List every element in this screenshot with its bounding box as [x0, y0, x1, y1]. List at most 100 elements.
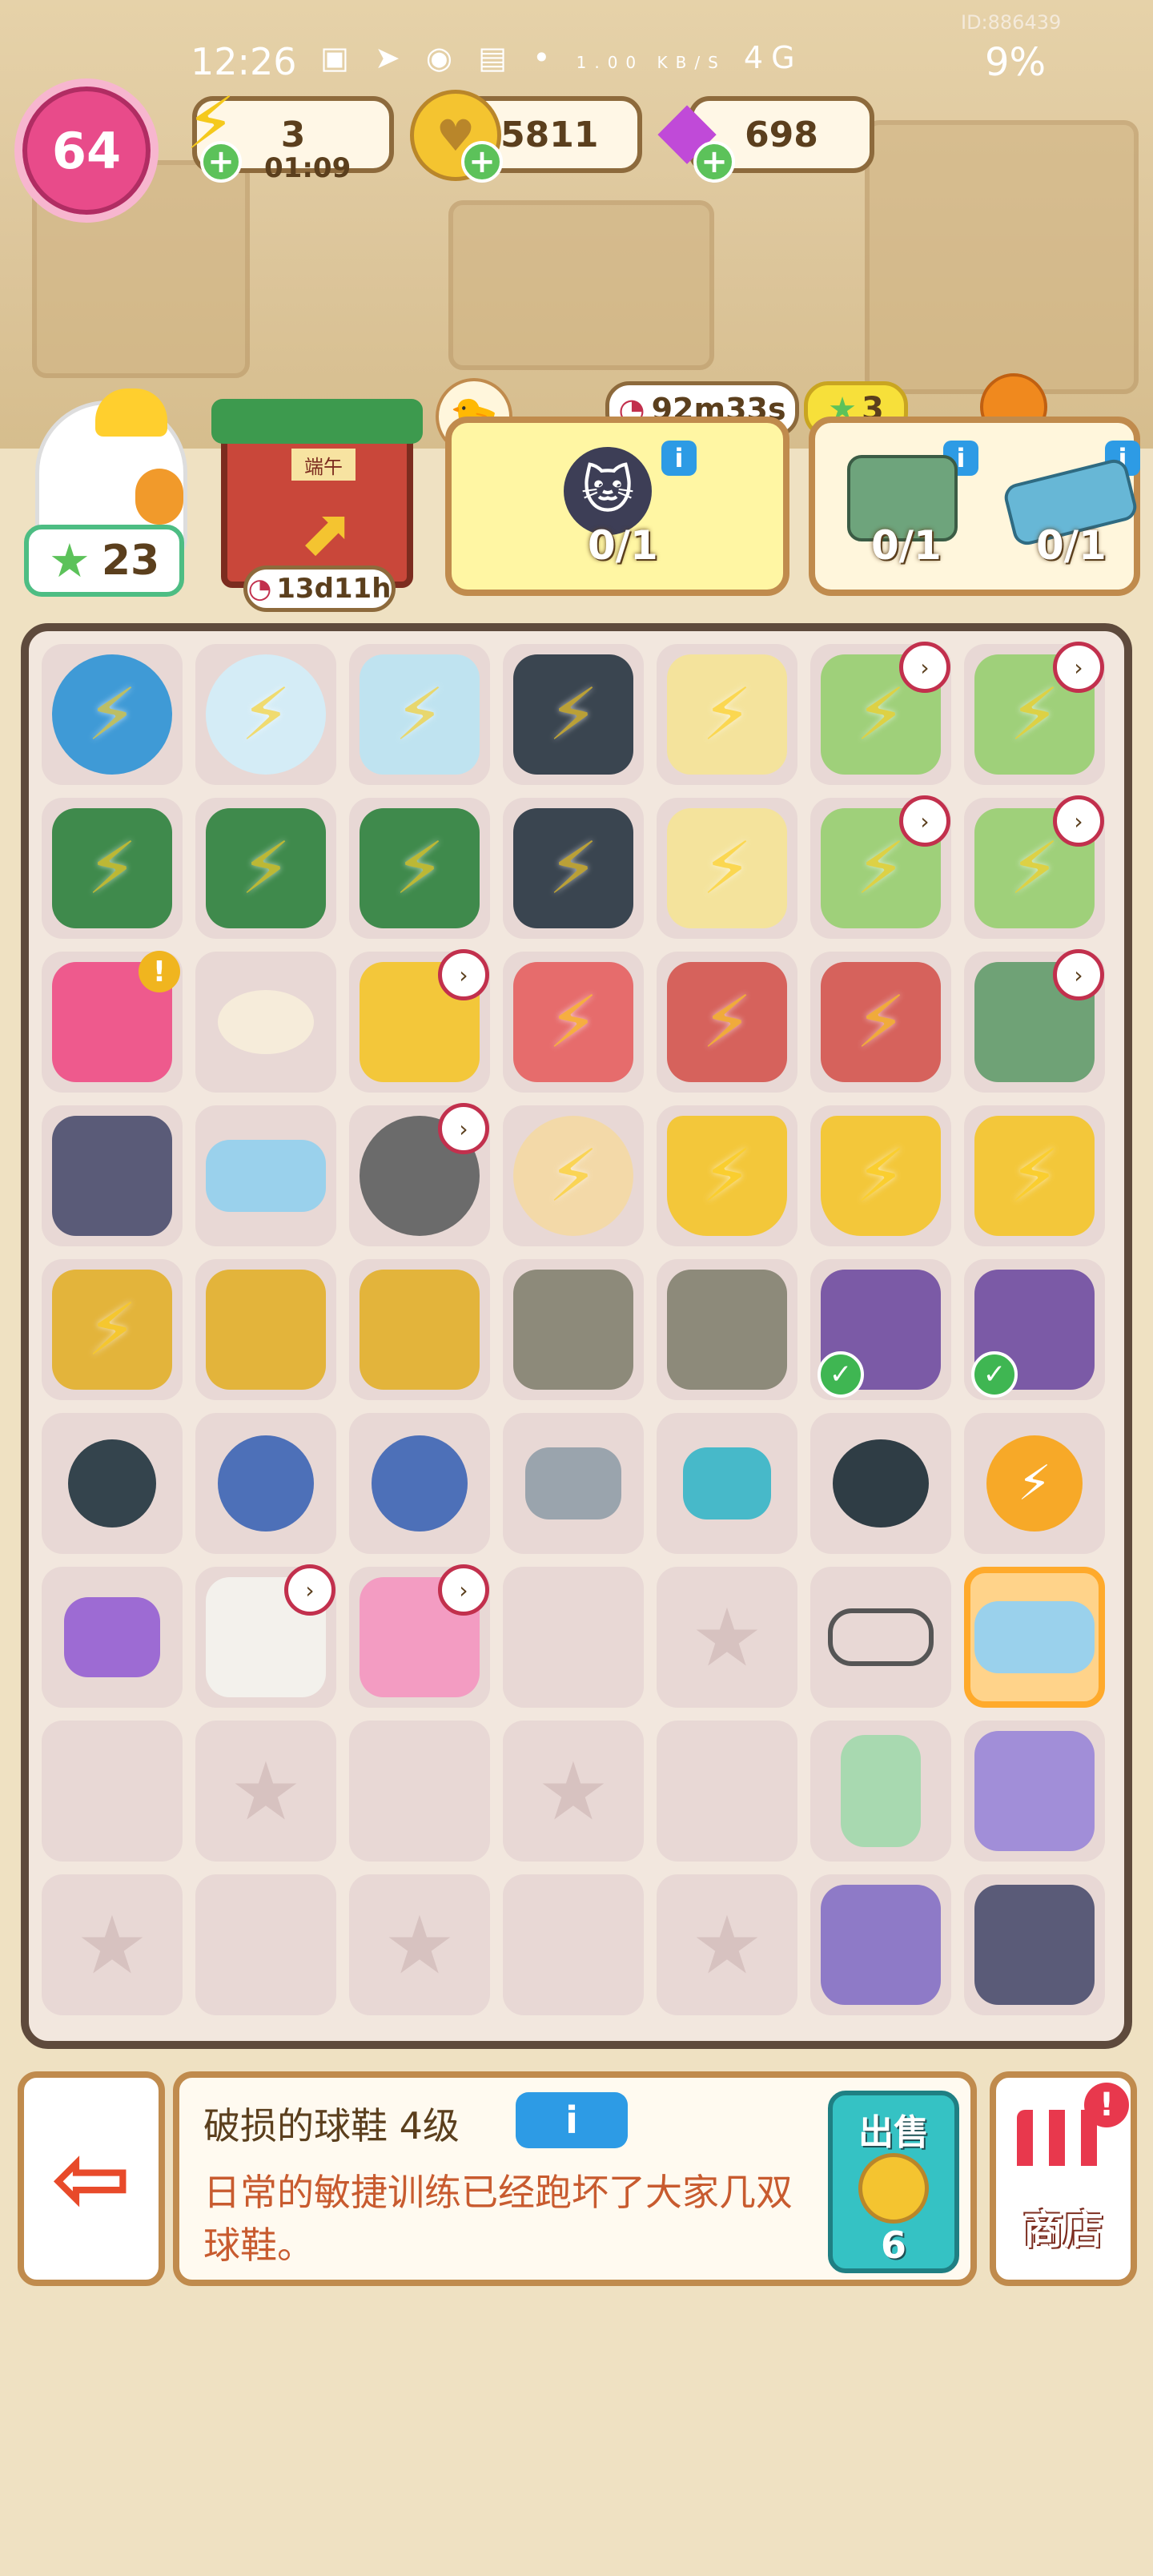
board-cell[interactable]: ⚡	[349, 798, 490, 939]
board-cell[interactable]: ›	[195, 1564, 336, 1708]
board-cell[interactable]	[657, 1259, 797, 1400]
board-cell[interactable]: ›	[964, 949, 1105, 1093]
neck-pillow-item[interactable]	[218, 1435, 314, 1532]
sell-button[interactable]: 出售 6	[828, 2091, 959, 2273]
quest-card-1[interactable]: i 🐱 0/1	[445, 417, 789, 596]
laptop-item[interactable]: ⚡ ›	[974, 642, 1104, 775]
hand-grip-item[interactable]	[525, 1447, 621, 1519]
board-cell[interactable]	[42, 1567, 183, 1708]
whiteboard-item[interactable]	[974, 1731, 1095, 1851]
item-info-button[interactable]: i	[516, 2092, 628, 2148]
board-cell[interactable]: ⚡	[964, 1105, 1105, 1246]
board-cell[interactable]: ✓	[810, 1259, 951, 1400]
board-cell-selected[interactable]	[964, 1567, 1105, 1708]
board-cell[interactable]	[810, 1567, 951, 1708]
board-cell[interactable]	[810, 1721, 951, 1862]
board-cell[interactable]: ⚡	[195, 644, 336, 785]
board-cell[interactable]: ⚡	[42, 798, 183, 939]
quest-1-info-button[interactable]: i	[661, 441, 697, 476]
board-cell-empty[interactable]	[657, 1874, 797, 2015]
board-cell-empty[interactable]	[657, 1721, 797, 1862]
board-cell[interactable]	[195, 1105, 336, 1246]
pink-backpack-item[interactable]: !	[52, 951, 180, 1082]
board-cell[interactable]	[810, 1413, 951, 1554]
camera-case-item[interactable]: ⚡	[206, 808, 326, 928]
board-cell[interactable]: ⚡	[503, 644, 644, 785]
board-cell[interactable]: ⚡	[657, 952, 797, 1093]
add-energy-button[interactable]: +	[200, 141, 242, 183]
metal-locker-item[interactable]	[513, 1270, 633, 1390]
board-cell[interactable]: ⚡	[349, 644, 490, 785]
sneakers-item[interactable]	[206, 1140, 326, 1212]
wheelbarrow-item[interactable]: ⚡	[667, 962, 787, 1082]
laptop-item[interactable]: ⚡ ›	[974, 795, 1104, 928]
board-cell-empty[interactable]	[503, 1874, 644, 2015]
board-cell[interactable]	[503, 1413, 644, 1554]
dumbbell-rack-item[interactable]: ⚡	[513, 654, 633, 775]
exit-button[interactable]: ⇦	[18, 2071, 165, 2286]
board-cell-empty[interactable]	[195, 1721, 336, 1862]
robot-vacuum-dock-item[interactable]: ⚡	[360, 654, 480, 775]
locker-item[interactable]: ⚡	[52, 1270, 172, 1390]
tv-board-item[interactable]	[52, 1116, 172, 1236]
board-cell[interactable]: ⚡	[195, 798, 336, 939]
tv-board-item[interactable]	[974, 1885, 1095, 2005]
metal-locker-item[interactable]	[667, 1270, 787, 1390]
board-cell[interactable]: ⚡	[657, 644, 797, 785]
glasses-item[interactable]	[828, 1608, 934, 1666]
board-cell-empty[interactable]	[503, 1567, 644, 1708]
player-level-badge[interactable]: 64	[14, 78, 159, 223]
board-cell[interactable]: ›	[349, 1103, 490, 1246]
neck-pillow-item[interactable]	[372, 1435, 468, 1532]
plant-pot-item[interactable]: ⚡	[667, 1116, 787, 1236]
bento-box-item[interactable]: ›	[360, 1564, 489, 1697]
board-cell[interactable]	[349, 1259, 490, 1400]
board-cell[interactable]	[195, 952, 336, 1093]
ball-machine-item[interactable]	[821, 1885, 941, 2005]
board-cell[interactable]: !	[42, 951, 183, 1093]
hamster-item[interactable]	[218, 990, 314, 1054]
gym-equipment-bin-item[interactable]: ✓	[818, 1270, 941, 1398]
camera-case-item[interactable]: ⚡	[52, 808, 172, 928]
energy-orb-item[interactable]: ⚡	[986, 1435, 1083, 1532]
add-coins-button[interactable]: +	[461, 141, 503, 183]
board-cell[interactable]: ✓	[964, 1259, 1105, 1400]
board-cell[interactable]: ⚡	[810, 1105, 951, 1246]
hair-clipper-item[interactable]	[841, 1735, 921, 1847]
board-cell[interactable]	[964, 1721, 1105, 1862]
jersey-stack-item[interactable]: ›	[360, 949, 489, 1082]
board-cell[interactable]: ›	[349, 1564, 490, 1708]
dragon-boat-event-gate[interactable]: 端午 ⬈	[211, 399, 423, 588]
first-aid-kit-item[interactable]: ›	[206, 1564, 335, 1697]
locker-item[interactable]	[206, 1270, 326, 1390]
shop-button[interactable]: ! 商店	[990, 2071, 1137, 2286]
board-cell[interactable]	[964, 1874, 1105, 2015]
camera-case-item[interactable]: ⚡	[360, 808, 480, 928]
weight-plates-item[interactable]	[833, 1439, 929, 1527]
locker-item[interactable]	[360, 1270, 480, 1390]
board-cell[interactable]: ⚡ ›	[810, 642, 951, 785]
garbage-bag-item[interactable]: ›	[360, 1103, 489, 1236]
ab-roller-item[interactable]	[68, 1439, 156, 1527]
board-cell-empty[interactable]	[657, 1567, 797, 1708]
board-cell[interactable]: ⚡	[42, 644, 183, 785]
megaphone-item[interactable]	[64, 1597, 160, 1677]
quest-card-2[interactable]: i i 0/1 0/1	[809, 417, 1140, 596]
board-cell[interactable]: ⚡ ›	[810, 795, 951, 939]
board-cell[interactable]	[42, 1105, 183, 1246]
board-cell[interactable]: ⚡	[964, 1413, 1105, 1554]
bucket-item[interactable]: ⚡	[821, 1116, 941, 1236]
board-cell[interactable]: ⚡	[657, 1105, 797, 1246]
board-cell[interactable]	[349, 1413, 490, 1554]
shopping-cart-item[interactable]: ⚡	[667, 654, 787, 775]
board-cell-empty[interactable]	[503, 1721, 644, 1862]
laptop-item[interactable]: ⚡ ›	[821, 795, 950, 928]
board-cell[interactable]	[810, 1874, 951, 2015]
board-cell[interactable]: ⚡	[503, 1105, 644, 1246]
board-cell-empty[interactable]	[349, 1874, 490, 2015]
board-cell[interactable]: ⚡ ›	[964, 642, 1105, 785]
wheelbarrow-item[interactable]: ⚡	[821, 962, 941, 1082]
board-cell-empty[interactable]	[195, 1874, 336, 2015]
board-cell-empty[interactable]	[42, 1721, 183, 1862]
board-cell[interactable]: ⚡	[810, 952, 951, 1093]
